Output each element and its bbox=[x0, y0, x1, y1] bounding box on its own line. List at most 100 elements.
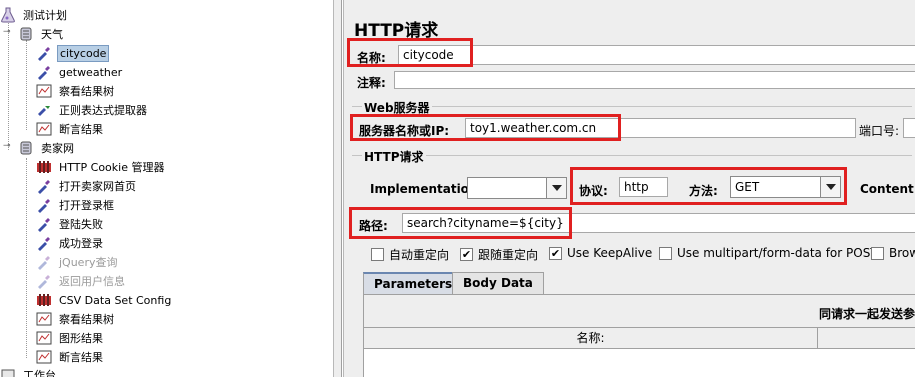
checkbox-box[interactable] bbox=[659, 246, 672, 260]
dropper-icon bbox=[36, 178, 52, 194]
comment-field[interactable] bbox=[394, 71, 915, 89]
csv-config-icon bbox=[36, 292, 52, 308]
checkbox-label: Use multipart/form-data for POST bbox=[677, 246, 878, 260]
implementation-label: Implementation: bbox=[370, 182, 483, 196]
dropper-icon bbox=[36, 64, 52, 80]
tab-body-data[interactable]: Body Data bbox=[452, 272, 544, 294]
cookie-manager-icon bbox=[36, 159, 52, 175]
tree-node-label: 卖家网 bbox=[41, 142, 74, 155]
dropper-icon bbox=[36, 197, 52, 213]
tree-item-assertion-result[interactable]: 断言结果 bbox=[22, 120, 105, 138]
keepalive-checkbox[interactable]: ✔ Use KeepAlive bbox=[549, 246, 652, 260]
thread-group-icon bbox=[18, 140, 34, 156]
dropper-icon bbox=[36, 254, 52, 270]
port-label: 端口号: bbox=[859, 124, 900, 138]
tree-item-result-tree-2[interactable]: 察看结果树 bbox=[22, 310, 116, 328]
tree-node-label: 返回用户信息 bbox=[59, 275, 125, 288]
graph-result-icon bbox=[36, 330, 52, 346]
result-tree-icon bbox=[36, 83, 52, 99]
dropper-icon bbox=[36, 273, 52, 289]
dropper-icon bbox=[36, 45, 52, 61]
tree-scrollbar[interactable] bbox=[334, 0, 342, 377]
tree-node-label: 工作台 bbox=[23, 369, 56, 377]
tree-item-graph-result[interactable]: 图形结果 bbox=[22, 329, 105, 347]
dropper-icon bbox=[36, 216, 52, 232]
follow-redirect-checkbox[interactable]: ✔ 跟随重定向 bbox=[460, 246, 538, 263]
tree-group-seller[interactable]: 卖家网 bbox=[4, 139, 76, 157]
comment-label: 注释: bbox=[357, 76, 386, 90]
dropdown-arrow-icon[interactable] bbox=[546, 178, 566, 198]
tree-item-return-user[interactable]: 返回用户信息 bbox=[22, 272, 127, 290]
tree-node-label: 图形结果 bbox=[59, 332, 103, 345]
checkbox-label: 自动重定向 bbox=[389, 248, 450, 262]
tree-item-csv-config[interactable]: CSV Data Set Config bbox=[22, 291, 173, 309]
checkbox-box[interactable] bbox=[371, 248, 384, 261]
tree-node-label: 察看结果树 bbox=[59, 85, 114, 98]
tree-node-label: 正则表达式提取器 bbox=[59, 104, 147, 117]
tree-node-label: 断言结果 bbox=[59, 351, 103, 364]
tree-item-login-failed[interactable]: 登陆失败 bbox=[22, 215, 105, 233]
tree-item-open-home[interactable]: 打开卖家网首页 bbox=[22, 177, 138, 195]
tree-item-regex-extractor[interactable]: 正则表达式提取器 bbox=[22, 101, 149, 119]
tree-node-label: 天气 bbox=[41, 28, 63, 41]
regex-extractor-icon bbox=[36, 102, 52, 118]
checkbox-box[interactable] bbox=[871, 246, 884, 260]
highlight-box bbox=[349, 207, 572, 239]
tree-node-workbench[interactable]: 工作台 bbox=[0, 366, 58, 377]
tree-item-assertion-result-2[interactable]: 断言结果 bbox=[22, 348, 105, 366]
tree-item-result-tree[interactable]: 察看结果树 bbox=[22, 82, 116, 100]
parameters-table-body[interactable] bbox=[364, 349, 915, 377]
tree-group-weather[interactable]: 天气 bbox=[4, 25, 65, 43]
tree-item-getweather[interactable]: getweather bbox=[22, 63, 124, 81]
tree-node-label: 测试计划 bbox=[23, 9, 67, 22]
tree-node-label: 打开登录框 bbox=[59, 199, 114, 212]
checkmark-icon: ✔ bbox=[550, 246, 561, 260]
column-header-name[interactable]: 名称: bbox=[364, 328, 818, 348]
tree-node-label: jQuery查询 bbox=[59, 256, 118, 269]
tree-item-open-login[interactable]: 打开登录框 bbox=[22, 196, 116, 214]
assertion-result-icon bbox=[36, 349, 52, 365]
workbench-icon bbox=[0, 367, 16, 377]
highlight-box bbox=[350, 114, 621, 141]
tree-node-label: CSV Data Set Config bbox=[59, 293, 172, 307]
http-request-panel: HTTP请求 名称: citycode 注释: Web服务器 服务器名称或IP:… bbox=[343, 0, 915, 377]
result-tree-icon bbox=[36, 311, 52, 327]
name-field[interactable]: citycode bbox=[398, 45, 915, 65]
checkbox-box[interactable]: ✔ bbox=[549, 246, 562, 260]
implementation-select[interactable] bbox=[467, 177, 567, 199]
checkbox-box[interactable]: ✔ bbox=[460, 248, 473, 261]
tree-node-label: citycode bbox=[57, 44, 110, 62]
group-divider bbox=[352, 155, 912, 156]
tree-node-label: 成功登录 bbox=[59, 237, 103, 250]
checkmark-icon: ✔ bbox=[461, 248, 472, 261]
highlight-box bbox=[570, 167, 847, 205]
parameters-table-header: 名称: bbox=[364, 327, 915, 349]
thread-group-icon bbox=[18, 26, 34, 42]
expand-handle-icon[interactable]: ⊸ bbox=[3, 141, 11, 151]
tree-node-label: 察看结果树 bbox=[59, 313, 114, 326]
tree-item-citycode[interactable]: citycode bbox=[22, 44, 110, 62]
tree-item-login-success[interactable]: 成功登录 bbox=[22, 234, 105, 252]
tree-node-label: 打开卖家网首页 bbox=[59, 180, 136, 193]
tree-node-label: getweather bbox=[59, 65, 123, 79]
port-field[interactable] bbox=[903, 118, 915, 138]
dropper-icon bbox=[36, 235, 52, 251]
checkbox-label: Brow bbox=[889, 246, 915, 260]
test-plan-tree[interactable]: 测试计划 天气 ⊸ citycode getweather 察看结果树 正则表达… bbox=[0, 0, 334, 377]
checkbox-label: 跟随重定向 bbox=[478, 248, 539, 262]
tab-parameters[interactable]: Parameters bbox=[363, 272, 464, 294]
multipart-checkbox[interactable]: Use multipart/form-data for POST bbox=[659, 246, 878, 260]
highlight-box bbox=[347, 38, 473, 67]
content-encoding-label: Content e bbox=[860, 182, 915, 196]
tree-node-root[interactable]: 测试计划 bbox=[0, 6, 69, 24]
expand-handle-icon[interactable]: ⊸ bbox=[3, 27, 11, 37]
auto-redirect-checkbox[interactable]: 自动重定向 bbox=[371, 246, 449, 263]
tree-node-label: 登陆失败 bbox=[59, 218, 103, 231]
tree-item-jquery-query[interactable]: jQuery查询 bbox=[22, 253, 120, 271]
browser-compatible-checkbox[interactable]: Brow bbox=[871, 246, 915, 260]
checkbox-label: Use KeepAlive bbox=[567, 246, 653, 260]
group-divider bbox=[352, 106, 912, 107]
flask-icon bbox=[0, 7, 16, 23]
tree-item-cookie-manager[interactable]: HTTP Cookie 管理器 bbox=[22, 158, 166, 176]
http-request-title: HTTP请求 bbox=[362, 148, 426, 165]
